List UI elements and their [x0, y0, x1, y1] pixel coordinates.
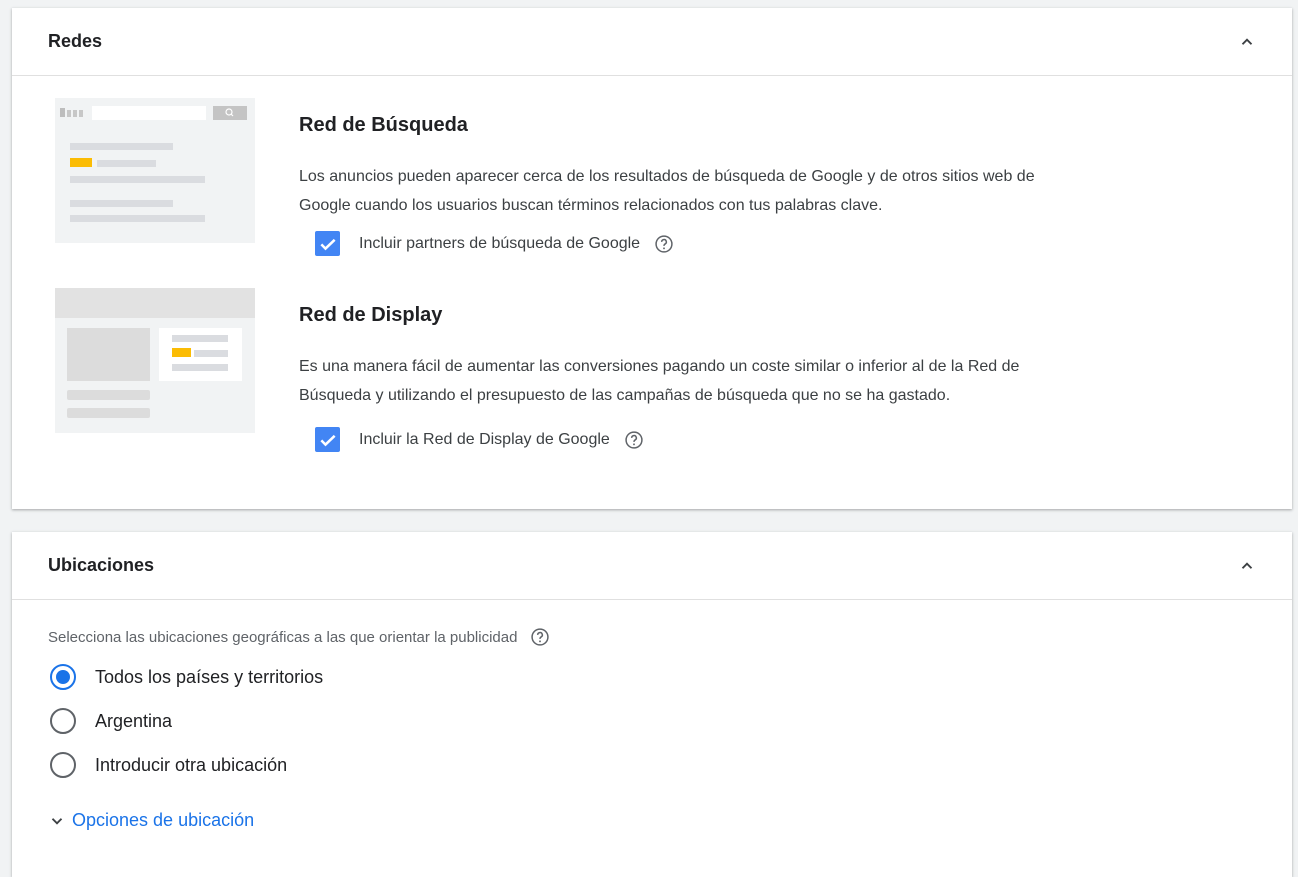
search-icon [213, 106, 247, 120]
location-radio-other[interactable] [50, 752, 76, 778]
networks-title: Redes [48, 31, 103, 51]
check-icon [319, 238, 336, 250]
location-option-argentina[interactable]: Argentina [50, 708, 172, 734]
search-network-illustration [55, 98, 255, 243]
networks-header[interactable]: Redes [12, 8, 1292, 76]
display-network-description-2: Búsqueda y utilizando el presupuesto de … [299, 387, 951, 404]
display-network-label: Incluir la Red de Display de Google [359, 430, 610, 448]
chevron-down-icon [51, 817, 63, 825]
location-option-label: Argentina [95, 710, 173, 731]
display-network-option[interactable]: Incluir la Red de Display de Google [315, 427, 1249, 452]
locations-card: Ubicaciones Selecciona las ubicaciones g… [12, 532, 1292, 877]
search-partners-checkbox[interactable] [315, 231, 340, 256]
check-icon [319, 434, 336, 446]
help-icon[interactable] [654, 234, 674, 254]
location-options-link[interactable]: Opciones de ubicación [48, 810, 254, 831]
locations-prompt: Selecciona las ubicaciones geográficas a… [48, 627, 550, 647]
display-network-title: Red de Display [299, 304, 443, 326]
search-network-description-1: Los anuncios pueden aparecer cerca de lo… [299, 168, 1035, 185]
display-network-checkbox[interactable] [315, 427, 340, 452]
location-radio-all[interactable] [50, 664, 76, 690]
help-icon[interactable] [624, 430, 644, 450]
location-option-all[interactable]: Todos los países y territorios [50, 664, 323, 690]
location-option-label: Todos los países y territorios [95, 666, 324, 687]
location-radio-argentina[interactable] [50, 708, 76, 734]
search-partners-label: Incluir partners de búsqueda de Google [359, 234, 641, 252]
networks-card: Redes Red de Búsqueda Los anuncios puede… [12, 8, 1292, 509]
location-option-label: Introducir otra ubicación [95, 754, 288, 775]
search-network-title: Red de Búsqueda [299, 114, 468, 136]
search-partners-option[interactable]: Incluir partners de búsqueda de Google [315, 231, 1249, 256]
location-options-label: Opciones de ubicación [72, 810, 255, 830]
display-network-description-1: Es una manera fácil de aumentar las conv… [299, 358, 1020, 375]
locations-prompt-text: Selecciona las ubicaciones geográficas a… [48, 628, 518, 646]
search-network-description-2: Google cuando los usuarios buscan términ… [299, 197, 883, 214]
chevron-up-icon[interactable] [1238, 33, 1256, 51]
display-network-illustration [55, 288, 255, 433]
location-option-other[interactable]: Introducir otra ubicación [50, 752, 287, 778]
locations-header[interactable]: Ubicaciones [12, 532, 1292, 600]
help-icon[interactable] [530, 627, 550, 647]
locations-title: Ubicaciones [48, 555, 155, 575]
chevron-up-icon[interactable] [1238, 557, 1256, 575]
